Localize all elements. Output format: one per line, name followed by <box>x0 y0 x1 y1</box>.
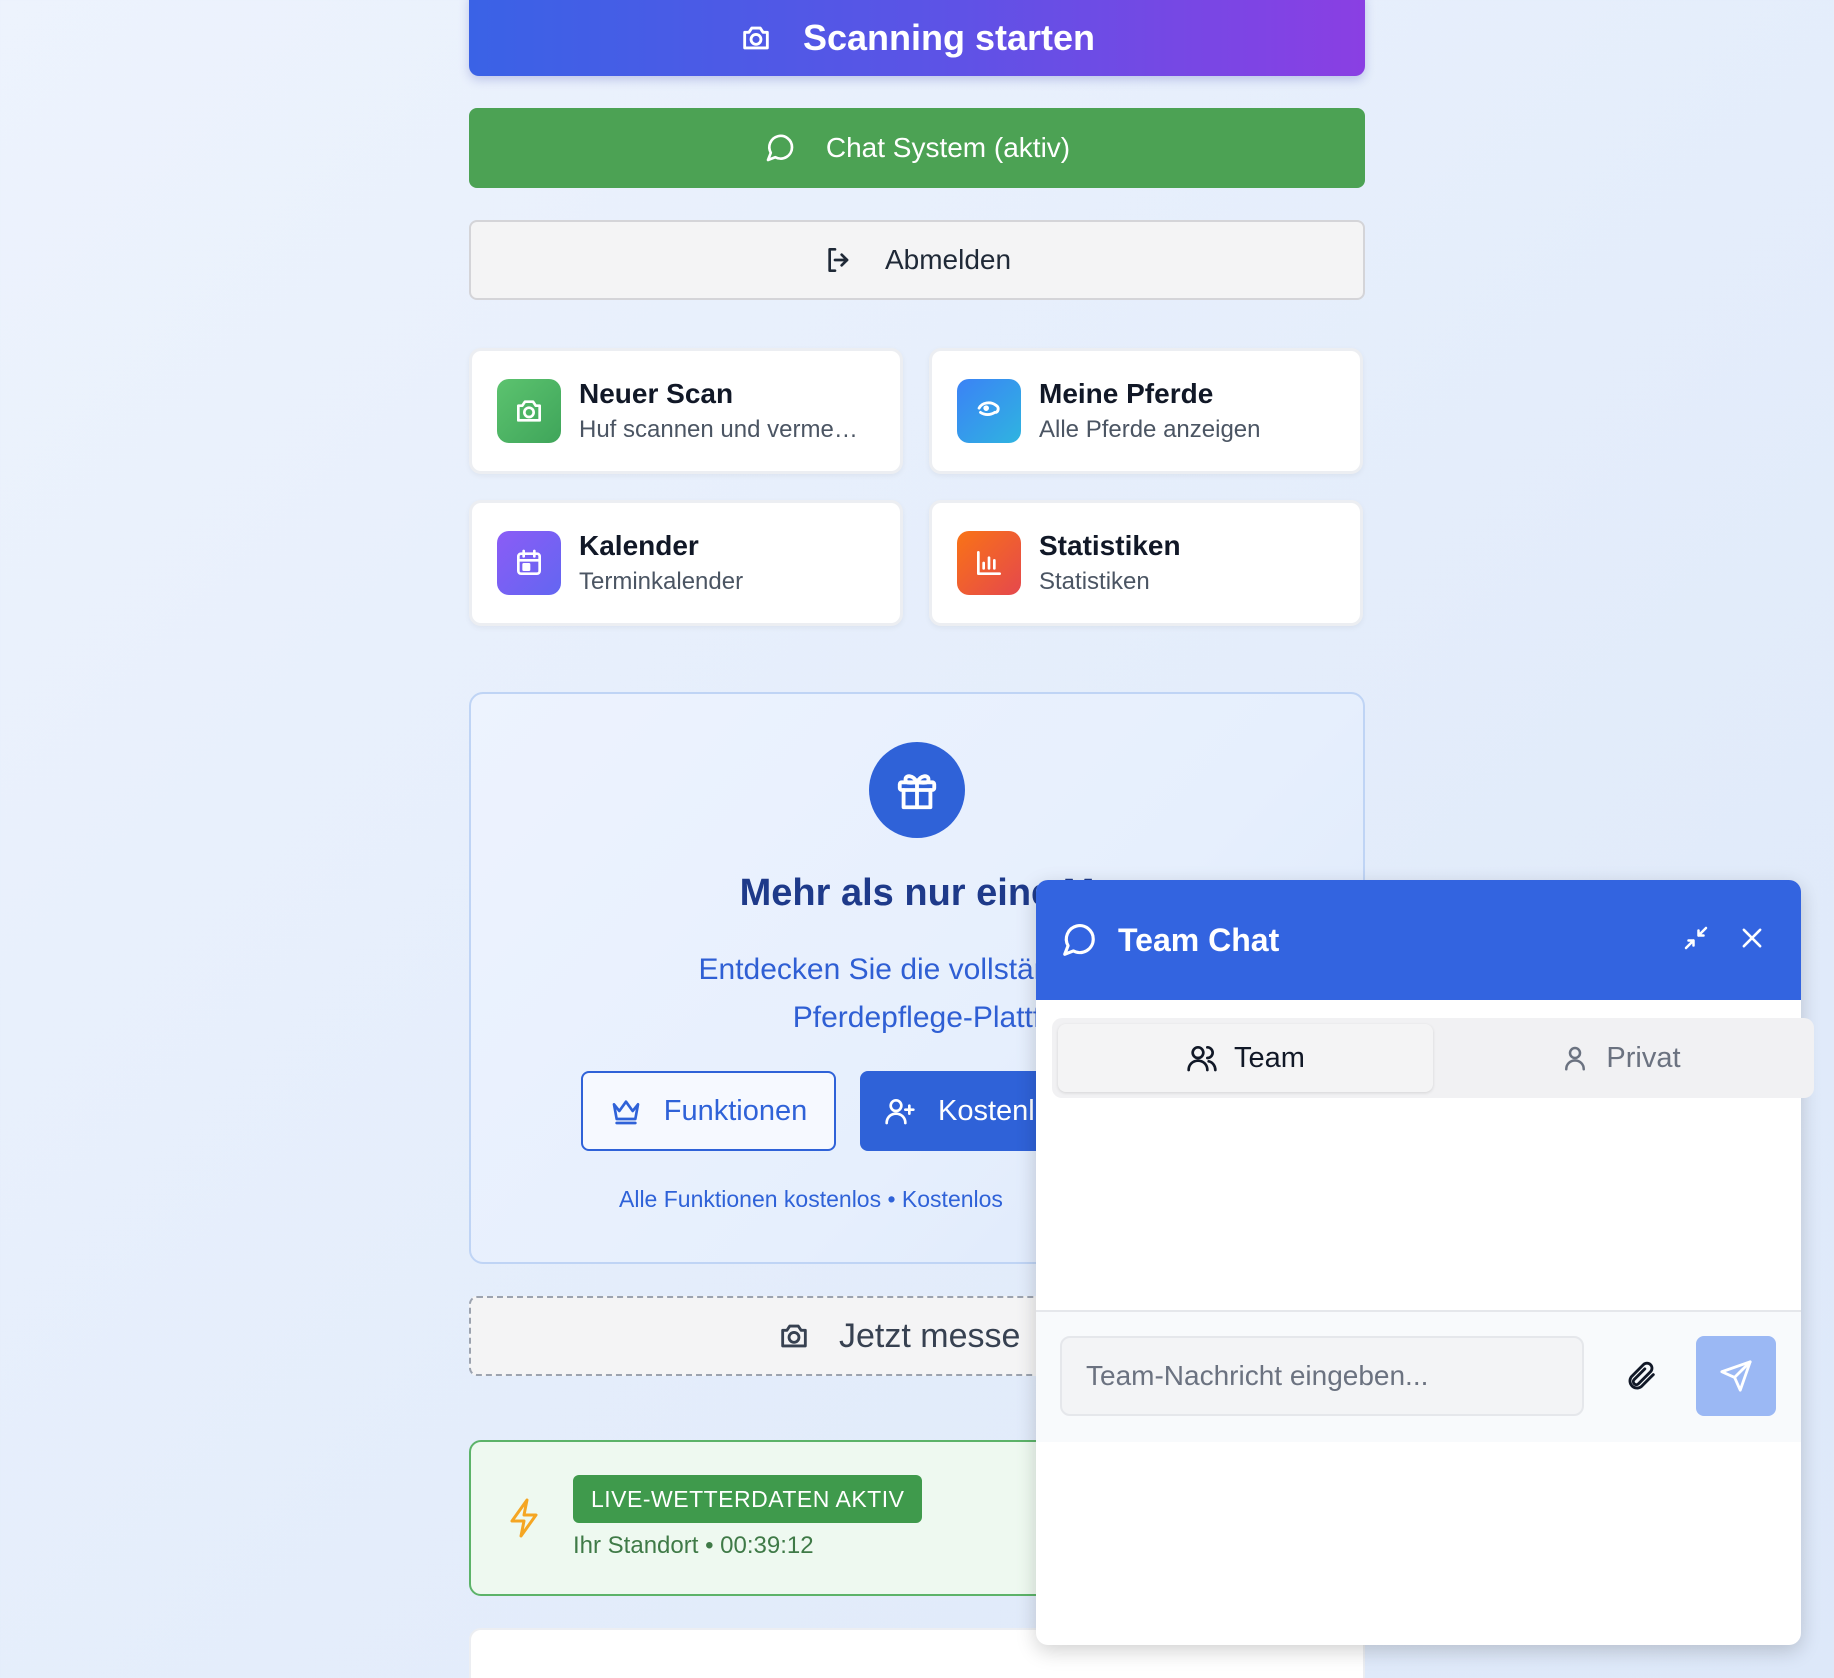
horse-icon <box>957 379 1021 443</box>
start-scanning-label: Scanning starten <box>802 17 1096 58</box>
tab-team-label: Team <box>1234 1041 1305 1074</box>
card-new-scan[interactable]: Neuer Scan Huf scannen und verme… <box>469 348 903 474</box>
tab-team[interactable]: Team <box>1058 1024 1433 1092</box>
measure-now-label: Jetzt messe <box>839 1316 1021 1355</box>
team-chat-panel: Team Chat Team Privat <box>1036 880 1814 1645</box>
send-icon <box>1719 1359 1753 1393</box>
chat-tabs: Team Privat <box>1052 1018 1814 1098</box>
chat-title: Team Chat <box>1118 921 1280 958</box>
card-title: Neuer Scan <box>579 378 734 409</box>
chat-system-label: Chat System (aktiv) <box>825 132 1071 163</box>
features-label: Funktionen <box>663 1094 808 1127</box>
minimize-icon[interactable] <box>1676 918 1716 958</box>
chat-bubble-icon <box>764 132 796 164</box>
features-button[interactable]: Funktionen <box>581 1071 836 1151</box>
logout-label: Abmelden <box>884 244 1012 275</box>
chat-header: Team Chat <box>1036 880 1801 1000</box>
card-title: Kalender <box>579 530 699 561</box>
register-free-label: Kostenl <box>938 1094 1035 1127</box>
card-my-horses[interactable]: Meine Pferde Alle Pferde anzeigen <box>929 348 1363 474</box>
card-calendar[interactable]: Kalender Terminkalender <box>469 500 903 626</box>
tab-private[interactable]: Privat <box>1433 1024 1808 1092</box>
paperclip-icon[interactable] <box>1620 1354 1664 1398</box>
chat-system-button[interactable]: Chat System (aktiv) <box>469 108 1365 188</box>
card-subtitle: Huf scannen und verme… <box>579 416 858 443</box>
start-scanning-button[interactable]: Scanning starten <box>469 0 1365 76</box>
camera-icon <box>497 379 561 443</box>
card-subtitle: Alle Pferde anzeigen <box>1039 416 1261 443</box>
send-button[interactable] <box>1696 1336 1776 1416</box>
card-title: Meine Pferde <box>1039 378 1214 409</box>
calendar-icon <box>497 531 561 595</box>
card-subtitle: Terminkalender <box>579 568 744 595</box>
card-subtitle: Statistiken <box>1039 568 1150 595</box>
chat-bubble-icon <box>1060 921 1098 959</box>
user-plus-icon <box>884 1095 916 1127</box>
camera-icon <box>777 1319 811 1353</box>
chat-message-input[interactable] <box>1060 1336 1584 1416</box>
lightning-icon <box>506 1496 542 1540</box>
close-icon[interactable] <box>1732 918 1772 958</box>
camera-icon <box>739 21 773 55</box>
card-statistics[interactable]: Statistiken Statistiken <box>929 500 1363 626</box>
crown-icon <box>610 1095 642 1127</box>
logout-icon <box>823 244 855 276</box>
users-icon <box>1186 1042 1218 1074</box>
promo-footer: Alle Funktionen kostenlos • Kostenlos <box>619 1186 1003 1212</box>
tab-private-label: Privat <box>1606 1041 1681 1074</box>
card-title: Statistiken <box>1039 530 1181 561</box>
weather-location-time: Ihr Standort • 00:39:12 <box>573 1532 814 1559</box>
logout-button[interactable]: Abmelden <box>469 220 1365 300</box>
live-weather-badge: LIVE-WETTERDATEN AKTIV <box>573 1475 923 1523</box>
chat-input-bar <box>1036 1310 1801 1442</box>
bar-chart-icon <box>957 531 1021 595</box>
gift-icon <box>869 742 965 838</box>
user-icon <box>1560 1043 1590 1073</box>
